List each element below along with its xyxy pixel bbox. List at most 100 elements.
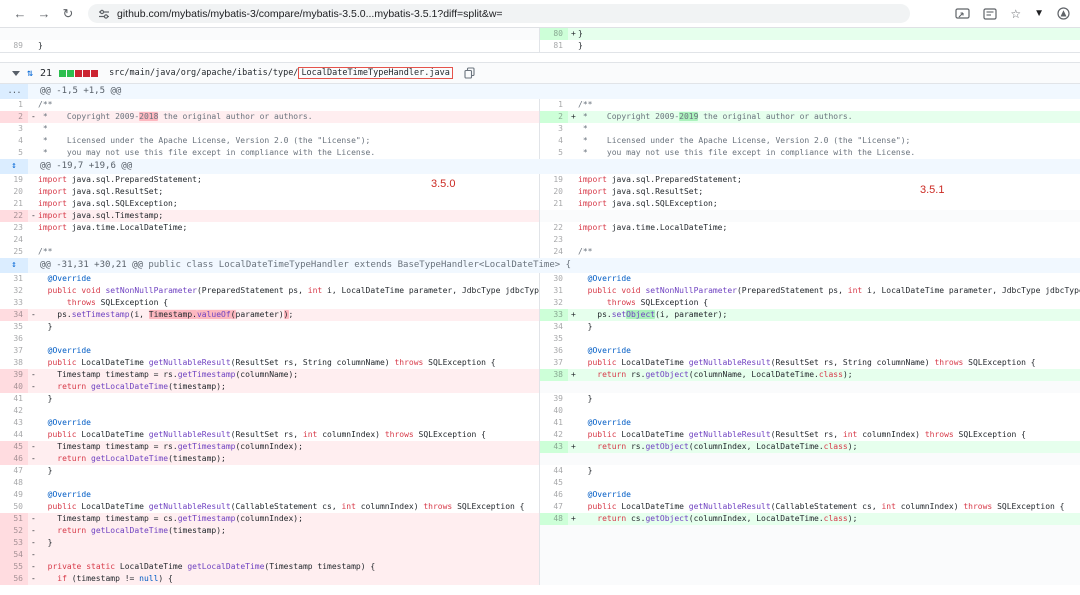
code-token: import xyxy=(38,211,67,220)
code-cell: public LocalDateTime getNullableResult(R… xyxy=(568,357,1080,369)
profile-avatar[interactable] xyxy=(1057,7,1070,20)
empty-code-cell xyxy=(568,537,1080,549)
empty-gutter-cell xyxy=(540,525,568,537)
code-token: import xyxy=(578,199,607,208)
code-token: /** xyxy=(578,100,593,109)
code-token: (timestamp); xyxy=(168,526,226,535)
code-cell: - return getLocalDateTime(timestamp); xyxy=(28,453,540,465)
code-token: ps. xyxy=(578,310,612,319)
diff-line-row: 45- Timestamp timestamp = rs.getTimestam… xyxy=(0,441,1080,453)
diff-line-row: 44 public LocalDateTime getNullableResul… xyxy=(0,429,1080,441)
diff-line-row: 41 } 39 } xyxy=(0,393,1080,405)
toolbar-actions: ☆ ▼ xyxy=(955,0,1070,28)
code-cell xyxy=(28,405,540,417)
code-cell: public LocalDateTime getNullableResult(C… xyxy=(28,501,540,513)
code-token: * Copyright 2009- xyxy=(578,112,680,121)
diff-line-row: 47 } 44 } xyxy=(0,465,1080,477)
code-token: SQLException { xyxy=(452,502,525,511)
code-token: int xyxy=(341,502,356,511)
collapse-file-chevron-icon[interactable] xyxy=(12,70,20,76)
diff-marker: + xyxy=(571,514,576,523)
code-token: * you may not use this file except in co… xyxy=(578,148,916,157)
file-path-link[interactable]: src/main/java/org/apache/ibatis/type/Loc… xyxy=(109,67,453,79)
code-token: } xyxy=(578,29,583,38)
diff-line-row: 40- return getLocalDateTime(timestamp); xyxy=(0,381,1080,393)
code-cell: - return getLocalDateTime(timestamp); xyxy=(28,525,540,537)
code-cell: + * Copyright 2009-2019 the original aut… xyxy=(568,111,1080,123)
diff-marker: + xyxy=(571,442,576,451)
line-number: 31 xyxy=(540,285,568,297)
code-token: Timestamp timestamp = rs. xyxy=(38,442,178,451)
refresh-button[interactable]: ↻ xyxy=(58,0,78,28)
code-token: (PreparedStatement ps, xyxy=(736,286,848,295)
code-token: rs. xyxy=(626,442,646,451)
code-cell: } xyxy=(568,321,1080,333)
diff-line-row: 52- return getLocalDateTime(timestamp); xyxy=(0,525,1080,537)
site-settings-icon[interactable] xyxy=(98,8,110,20)
code-cell: * xyxy=(568,123,1080,135)
code-cell: public LocalDateTime getNullableResult(R… xyxy=(568,429,1080,441)
code-token: return xyxy=(578,442,627,451)
code-cell: import java.time.LocalDateTime; xyxy=(568,222,1080,234)
code-token: getObject xyxy=(645,514,689,523)
code-token: SQLException { xyxy=(963,358,1036,367)
diff-line-row: 54- xyxy=(0,549,1080,561)
forward-button[interactable]: → xyxy=(34,0,54,28)
diff-marker: - xyxy=(31,526,36,535)
code-token: import xyxy=(578,187,607,196)
line-number: 43 xyxy=(0,417,28,429)
line-number: 32 xyxy=(540,297,568,309)
reading-list-icon[interactable] xyxy=(983,7,997,20)
code-token: return xyxy=(578,514,627,523)
code-token: LocalDateTime xyxy=(616,358,689,367)
bookmark-star-icon[interactable]: ☆ xyxy=(1010,0,1021,28)
code-token: } xyxy=(38,538,53,547)
code-token: Object xyxy=(626,310,656,319)
code-cell: } xyxy=(568,40,1080,52)
code-cell: import java.sql.ResultSet; xyxy=(568,186,1080,198)
line-number: 89 xyxy=(0,40,28,52)
code-token: java.sql.SQLException; xyxy=(66,199,178,208)
diff-rows: ... @@ -1,5 +1,5 @@ 1 /** 1 /** 2- * Copyrig… xyxy=(0,84,1080,585)
diff-line-row: 55- private static LocalDateTime getLoca… xyxy=(0,561,1080,573)
code-cell: - private static LocalDateTime getLocalD… xyxy=(28,561,540,573)
diff-marker xyxy=(28,40,38,52)
code-cell xyxy=(568,234,1080,246)
back-button[interactable]: ← xyxy=(10,0,30,28)
code-token: getLocalDateTime xyxy=(187,562,265,571)
cast-icon[interactable] xyxy=(955,7,970,20)
empty-gutter-cell xyxy=(540,210,568,222)
line-number: 4 xyxy=(0,135,28,147)
diff-marker xyxy=(28,198,38,210)
code-token: SQLException { xyxy=(423,358,496,367)
diff-marker xyxy=(568,417,578,429)
diffstat-block xyxy=(67,69,75,77)
code-token: /** xyxy=(38,100,53,109)
code-token: (ResultSet rs, xyxy=(230,430,303,439)
line-number: 44 xyxy=(0,429,28,441)
expand-diff-ellipsis[interactable]: ... xyxy=(0,84,28,99)
downloads-icon[interactable]: ▼ xyxy=(1034,0,1044,28)
code-cell xyxy=(568,333,1080,345)
code-token: ); xyxy=(847,514,858,523)
code-token: public xyxy=(38,286,77,295)
address-bar[interactable]: github.com/mybatis/mybatis-3/compare/myb… xyxy=(88,4,910,23)
expand-diff-button[interactable]: ↕ xyxy=(0,258,28,273)
code-token: int xyxy=(302,430,318,439)
diff-marker: - xyxy=(31,382,36,391)
diff-marker: - xyxy=(31,574,36,583)
code-token: set xyxy=(611,310,627,319)
code-cell: } xyxy=(28,393,540,405)
code-cell: * Licensed under the Apache License, Ver… xyxy=(568,135,1080,147)
diff-line-row: 25 /** 24 /** xyxy=(0,246,1080,258)
diff-marker xyxy=(568,489,578,501)
copy-path-button[interactable] xyxy=(464,67,475,79)
diff-line-row: 37 @Override 36 @Override xyxy=(0,345,1080,357)
expand-diff-button[interactable]: ↕ xyxy=(0,159,28,174)
empty-code-cell xyxy=(568,525,1080,537)
diff-marker: + xyxy=(571,310,576,319)
code-token: throws xyxy=(394,358,424,367)
line-number: 4 xyxy=(540,135,568,147)
changed-lines-count: 21 xyxy=(40,67,53,79)
empty-gutter-cell xyxy=(540,549,568,561)
